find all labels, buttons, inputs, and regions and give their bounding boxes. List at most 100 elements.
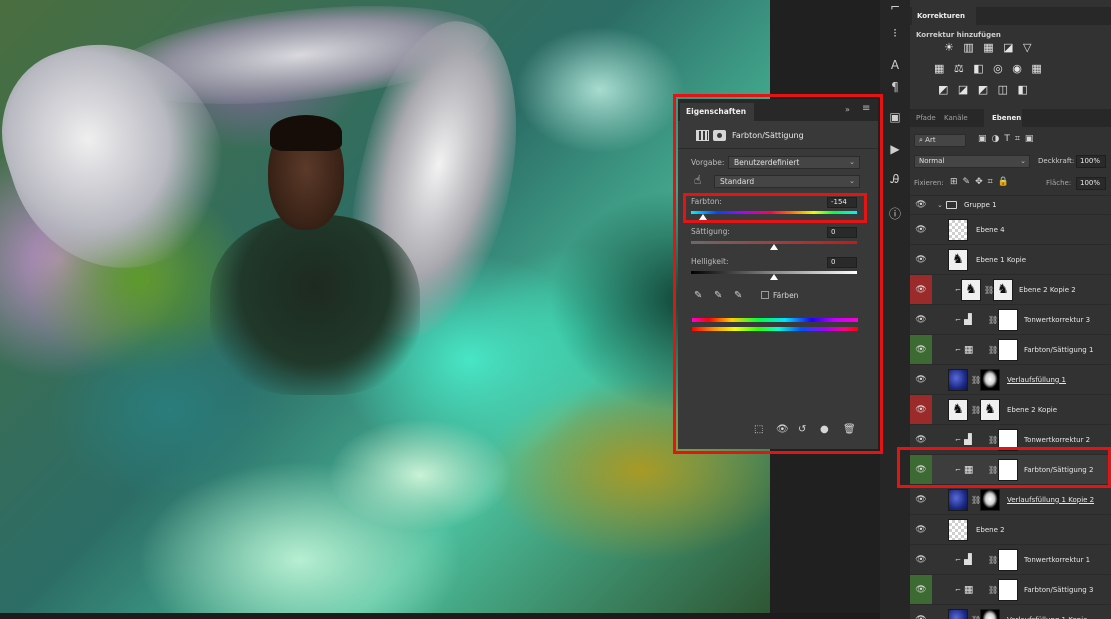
glyphs-icon[interactable]: Ꭿ <box>880 172 910 187</box>
layer-row[interactable]: 👁 Ebene 2 <box>910 514 1111 544</box>
chain-link-icon[interactable]: ⛓ <box>988 435 998 444</box>
layer-name: Tonwertkorrektur 2 <box>1024 435 1091 444</box>
layer-filter-dropdown[interactable]: ⌕ Art <box>914 134 966 147</box>
layer-row[interactable]: 👁 ⛓ Verlaufsfüllung 1 <box>910 364 1111 394</box>
layer-name: Gruppe 1 <box>964 201 997 209</box>
tab-paths[interactable]: Pfade <box>916 109 936 127</box>
layer-row[interactable]: 👁⛓Verlaufsfüllung 1 Kopie <box>910 604 1111 619</box>
eye-icon[interactable]: 👁 <box>910 305 932 334</box>
clip-icon[interactable]: ⌐ <box>955 286 961 294</box>
layer-row[interactable]: 👁 ⌐ ▦ ⛓ Farbton/Sättigung 1 <box>910 334 1111 364</box>
layer-thumbnail[interactable] <box>948 368 968 391</box>
opacity-input[interactable]: 100% <box>1076 155 1106 168</box>
clip-icon[interactable]: ⌐ <box>955 436 961 444</box>
clip-icon[interactable]: ⌐ <box>955 346 961 354</box>
layer-thumbnail[interactable]: ♞ <box>961 278 981 301</box>
layer-name: Ebene 2 <box>976 525 1005 534</box>
layer-thumbnail[interactable] <box>948 488 968 511</box>
tab-channels[interactable]: Kanäle <box>944 109 968 127</box>
highlight-hue-slider <box>683 193 867 223</box>
play-icon[interactable]: ▶ <box>880 142 910 156</box>
history-icon[interactable]: ⌐ <box>880 0 910 14</box>
levels-icon[interactable]: ▟ <box>964 314 972 325</box>
layer-thumbnail[interactable] <box>948 518 968 541</box>
adjustments-row-2[interactable]: ▦ ⚖ ◧ ◎ ◉ ▦ <box>934 62 1045 76</box>
chain-link-icon[interactable]: ⛓ <box>988 555 998 564</box>
layer-row[interactable]: 👁 ⛓ Verlaufsfüllung 1 Kopie 2 <box>910 484 1111 514</box>
eye-icon[interactable]: 👁 <box>910 245 932 274</box>
panel-toolstrip: ⌐ ⁝ A ¶ ▣ ▶ Ꭿ ⓘ <box>880 0 910 240</box>
layer-mask-thumbnail[interactable] <box>998 338 1018 361</box>
chain-link-icon[interactable]: ⛓ <box>988 345 998 354</box>
styles-icon[interactable]: ⁝ <box>880 26 910 40</box>
eye-icon[interactable]: 👁 <box>910 395 932 424</box>
layer-row[interactable]: 👁 Ebene 4 <box>910 214 1111 244</box>
chevron-down-icon[interactable]: ⌄ <box>937 201 943 209</box>
lock-label: Fixieren: <box>914 179 944 187</box>
properties-toggle-icon[interactable]: ▣ <box>880 110 910 124</box>
eye-icon[interactable]: 👁 <box>910 575 932 604</box>
layer-mask-thumbnail[interactable]: ♞ <box>980 398 1000 421</box>
layer-name: Verlaufsfüllung 1 Kopie 2 <box>1007 495 1095 504</box>
layer-filter-row: ⌕ Art ▣◑T⌗▣ <box>914 134 1111 148</box>
layer-mask-thumbnail[interactable] <box>980 368 1000 391</box>
adjustments-row-1[interactable]: ☀ ▥ ▦ ◪ ▽ <box>944 41 1035 55</box>
adjustments-row-3[interactable]: ◩ ◪ ◩ ◫ ◧ <box>938 83 1031 97</box>
eye-icon[interactable]: 👁 <box>910 545 932 574</box>
layer-thumbnail[interactable] <box>948 608 968 619</box>
lock-icons[interactable]: ⊞✎✥⌗🔒 <box>950 177 1014 187</box>
layer-name: Ebene 4 <box>976 225 1005 234</box>
layer-mask-thumbnail[interactable] <box>998 308 1018 331</box>
clip-icon[interactable]: ⌐ <box>955 556 961 564</box>
blend-mode-dropdown[interactable]: Normal ⌄ <box>914 155 1030 168</box>
fill-input[interactable]: 100% <box>1076 177 1106 190</box>
clip-icon[interactable]: ⌐ <box>955 316 961 324</box>
levels-icon[interactable]: ▟ <box>964 434 972 445</box>
tab-layers[interactable]: Ebenen <box>984 109 1022 127</box>
layer-mask-thumbnail[interactable] <box>980 608 1000 619</box>
layer-list: 👁 ⌄ Gruppe 1 👁 Ebene 4 👁 ♞ Ebene 1 Kopie 👁 ⌐ ♞ ⛓ ♞ Eb… <box>910 195 1111 619</box>
layer-mask-thumbnail[interactable] <box>998 578 1018 601</box>
opacity-label: Deckkraft: <box>1038 157 1075 165</box>
layer-row[interactable]: 👁 ⌐ ▟ ⛓ Tonwertkorrektur 3 <box>910 304 1111 334</box>
eye-icon[interactable]: 👁 <box>910 335 932 364</box>
artwork-figure-leg <box>330 420 510 530</box>
eye-icon[interactable]: 👁 <box>910 196 932 214</box>
character-icon[interactable]: A <box>880 58 910 72</box>
layer-mask-thumbnail[interactable] <box>980 488 1000 511</box>
eye-icon[interactable]: 👁 <box>910 485 932 514</box>
tab-adjustments[interactable]: Korrekturen <box>912 7 976 25</box>
layer-mask-thumbnail[interactable] <box>998 548 1018 571</box>
document-canvas[interactable] <box>0 0 770 619</box>
eye-icon[interactable]: 👁 <box>910 365 932 394</box>
eye-icon[interactable]: 👁 <box>910 515 932 544</box>
paragraph-icon[interactable]: ¶ <box>880 80 910 94</box>
layer-row[interactable]: 👁 ⌄ Gruppe 1 <box>910 195 1111 214</box>
layer-filter-value: Art <box>925 136 936 144</box>
chain-link-icon[interactable]: ⛓ <box>988 315 998 324</box>
eye-icon[interactable]: 👁 <box>910 215 932 244</box>
layer-row[interactable]: 👁 ♞ Ebene 1 Kopie <box>910 244 1111 274</box>
layer-thumbnail[interactable] <box>948 218 968 241</box>
levels-icon[interactable]: ▟ <box>964 554 972 565</box>
folder-icon[interactable] <box>946 201 957 209</box>
layer-row[interactable]: 👁 ⌐ ▟ ⛓ Tonwertkorrektur 1 <box>910 544 1111 574</box>
layer-filter-icons[interactable]: ▣◑T⌗▣ <box>978 134 1038 144</box>
eye-icon[interactable]: 👁 <box>910 605 932 619</box>
layer-name: Farbton/Sättigung 1 <box>1024 345 1094 354</box>
blend-mode-value: Normal <box>919 157 945 165</box>
hue-saturation-icon[interactable]: ▦ <box>964 584 973 595</box>
hue-saturation-icon[interactable]: ▦ <box>964 344 973 355</box>
info-icon[interactable]: ⓘ <box>880 205 910 222</box>
chain-link-icon[interactable]: ⛓ <box>988 585 998 594</box>
eye-icon[interactable]: 👁 <box>910 275 932 304</box>
layer-mask-thumbnail[interactable]: ♞ <box>993 278 1013 301</box>
layer-row[interactable]: 👁 ♞ ⛓ ♞ Ebene 2 Kopie <box>910 394 1111 424</box>
highlight-properties-panel <box>673 94 883 454</box>
layer-thumbnail[interactable]: ♞ <box>948 248 968 271</box>
layer-thumbnail[interactable]: ♞ <box>948 398 968 421</box>
clip-icon[interactable]: ⌐ <box>955 586 961 594</box>
layer-name: Ebene 2 Kopie <box>1007 405 1058 414</box>
layer-row[interactable]: 👁 ⌐ ▦ ⛓ Farbton/Sättigung 3 <box>910 574 1111 604</box>
layer-row[interactable]: 👁 ⌐ ♞ ⛓ ♞ Ebene 2 Kopie 2 <box>910 274 1111 304</box>
